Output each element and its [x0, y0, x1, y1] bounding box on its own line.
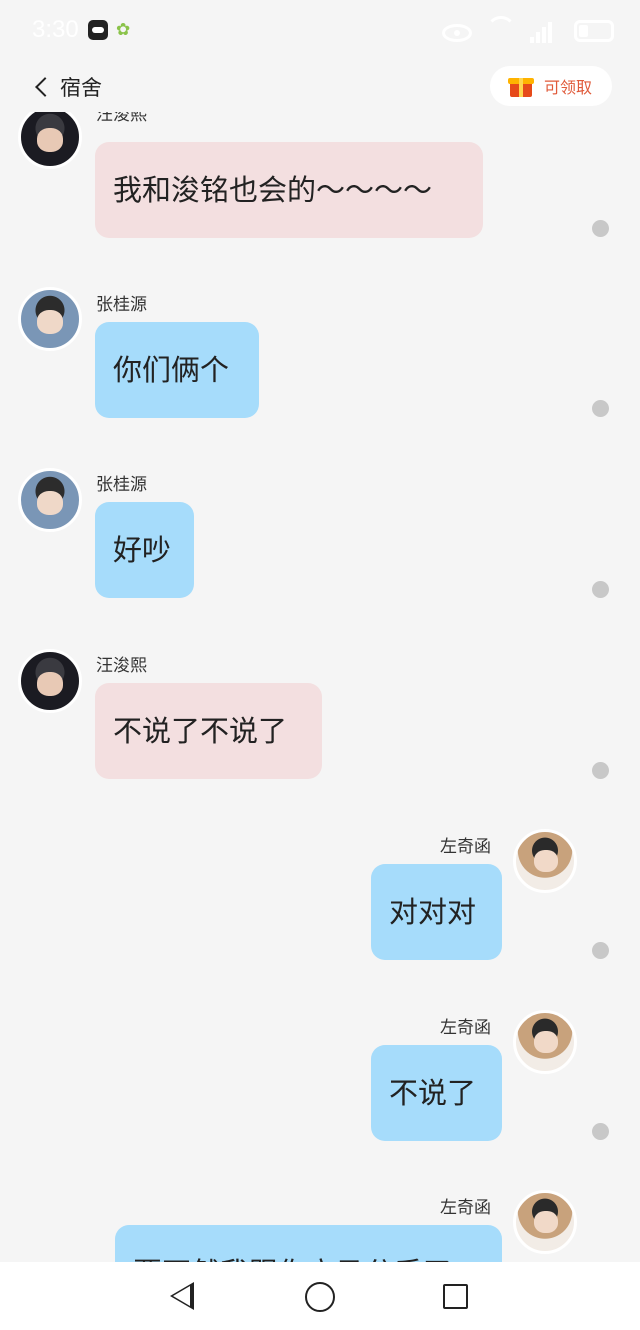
- battery-icon: [574, 20, 614, 42]
- avatar[interactable]: [513, 1190, 577, 1254]
- chat-header: 宿舍 可领取: [0, 60, 640, 112]
- avatar[interactable]: [513, 829, 577, 893]
- triangle-back-icon[interactable]: [170, 1282, 194, 1310]
- chat-screen: 3:30 ✿ 宿舍 可领取 汪浚熙 我和浚铭也会的～～～～ 张桂源 你们俩个 张…: [0, 0, 640, 1330]
- sender-name: 汪浚熙: [96, 656, 147, 676]
- status-dot: [592, 400, 609, 417]
- sender-name: 左奇函: [440, 1018, 491, 1038]
- status-dot: [592, 581, 609, 598]
- eye-icon: [442, 23, 472, 42]
- status-dot: [592, 762, 609, 779]
- square-recents-icon[interactable]: [443, 1284, 468, 1309]
- message-bubble[interactable]: 对对对: [371, 864, 502, 960]
- chat-title: 宿舍: [60, 76, 102, 100]
- message-bubble[interactable]: 不说了不说了: [95, 683, 322, 779]
- message-bubble[interactable]: 要不然我跟你立马分手了: [115, 1225, 502, 1262]
- sender-name: 左奇函: [440, 837, 491, 857]
- wifi-icon: [486, 16, 516, 46]
- message-bubble[interactable]: 好吵: [95, 502, 194, 598]
- chevron-left-icon: [35, 77, 55, 97]
- back-button[interactable]: 宿舍: [30, 72, 102, 102]
- mail-app-icon: [88, 20, 108, 40]
- wechat-app-icon: ✿: [116, 20, 131, 40]
- circle-home-icon[interactable]: [305, 1282, 335, 1312]
- claim-label: 可领取: [544, 78, 593, 97]
- sender-name: 左奇函: [440, 1198, 491, 1218]
- status-dot: [592, 1123, 609, 1140]
- avatar[interactable]: [513, 1010, 577, 1074]
- claim-reward-button[interactable]: 可领取: [490, 66, 612, 106]
- signal-icon: [530, 19, 560, 43]
- sender-name: 张桂源: [96, 295, 147, 315]
- avatar[interactable]: [18, 649, 82, 713]
- system-nav-bar: [0, 1262, 640, 1330]
- status-time: 3:30: [32, 16, 79, 43]
- avatar[interactable]: [18, 112, 82, 169]
- message-list[interactable]: 汪浚熙 我和浚铭也会的～～～～ 张桂源 你们俩个 张桂源 好吵 汪浚熙 不说了不…: [0, 112, 640, 1262]
- message-bubble[interactable]: 你们俩个: [95, 322, 259, 418]
- message-bubble[interactable]: 我和浚铭也会的～～～～: [95, 142, 483, 238]
- sender-name: 张桂源: [96, 475, 147, 495]
- sender-name: 汪浚熙: [96, 112, 147, 125]
- avatar[interactable]: [18, 468, 82, 532]
- message-bubble[interactable]: 不说了: [371, 1045, 502, 1141]
- status-dot: [592, 942, 609, 959]
- status-dot: [592, 220, 609, 237]
- status-bar: 3:30 ✿: [0, 0, 640, 60]
- gift-icon: [508, 75, 534, 97]
- avatar[interactable]: [18, 287, 82, 351]
- status-icons: [442, 16, 614, 46]
